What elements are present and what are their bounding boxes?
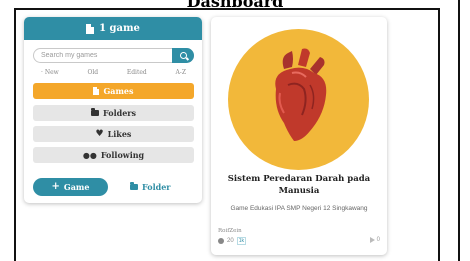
games-panel: 1 game · New Old Edited A-Z Games Folder… (24, 17, 202, 203)
level-badge: 1k (236, 237, 246, 245)
add-folder-button[interactable]: Folder (130, 178, 171, 196)
add-game-label: Game (63, 182, 90, 192)
frame-divider (458, 0, 460, 261)
game-stats: 20 1k (218, 237, 246, 245)
eye-icon (218, 238, 224, 244)
add-game-button[interactable]: + Game (33, 178, 108, 196)
document-icon (93, 87, 100, 95)
menu-likes[interactable]: ♥ Likes (33, 126, 194, 142)
menu-following-label: Following (100, 150, 145, 160)
menu-following[interactable]: ●● Following (33, 147, 194, 163)
menu-games[interactable]: Games (33, 83, 194, 99)
sort-new[interactable]: · New (41, 69, 59, 76)
play-icon (369, 237, 375, 243)
search-bar (33, 47, 194, 63)
game-title[interactable]: Sistem Peredaran Darah pada Manusia (219, 174, 379, 198)
sort-edited[interactable]: Edited (127, 69, 147, 76)
folder-icon (130, 182, 138, 190)
users-icon: ●● (82, 150, 97, 160)
sort-options: · New Old Edited A-Z (33, 69, 194, 76)
view-count: 20 (227, 238, 234, 244)
search-input[interactable] (34, 52, 172, 59)
sort-old[interactable]: Old (87, 69, 98, 76)
heart-icon: ♥ (95, 128, 104, 139)
play-stats: 0 (369, 237, 380, 243)
game-author[interactable]: RoifZein (218, 228, 242, 234)
game-thumbnail (228, 29, 369, 170)
play-count: 0 (376, 237, 380, 243)
game-count: 1 game (99, 23, 140, 34)
menu-games-label: Games (103, 86, 134, 96)
search-button[interactable] (172, 47, 194, 63)
menu-likes-label: Likes (107, 129, 132, 139)
search-icon (179, 51, 187, 59)
panel-header: 1 game (24, 17, 202, 40)
plus-icon: + (51, 181, 60, 192)
menu-folders[interactable]: Folders (33, 105, 194, 121)
add-folder-label: Folder (142, 182, 171, 192)
folder-icon (90, 108, 99, 116)
heart-organ-icon (275, 48, 327, 141)
document-icon (86, 23, 95, 34)
sort-a-z[interactable]: A-Z (175, 69, 186, 76)
game-card[interactable]: Sistem Peredaran Darah pada Manusia Game… (211, 17, 387, 255)
game-description: Game Edukasi IPA SMP Negeri 12 Singkawan… (230, 205, 368, 212)
menu-folders-label: Folders (102, 108, 137, 118)
